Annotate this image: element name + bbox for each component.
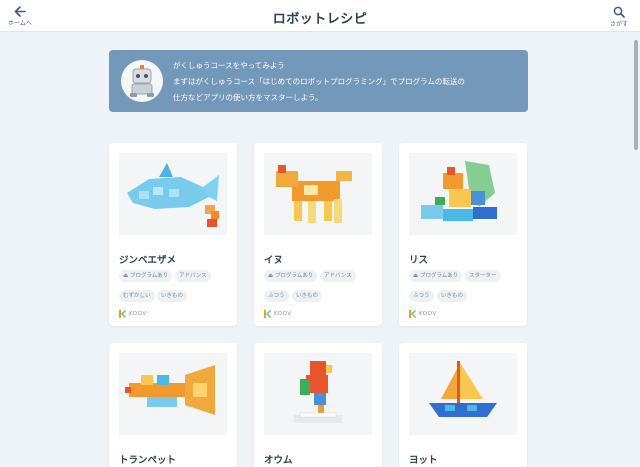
- koov-logo-icon: [119, 310, 126, 318]
- tag-category: いきもの: [292, 290, 323, 302]
- tag-category: いきもの: [157, 290, 188, 302]
- search-label: さがす: [609, 21, 628, 28]
- card-name: オウム: [264, 455, 293, 466]
- tag-level: アドバンス: [320, 270, 356, 282]
- recipe-card-trumpet[interactable]: トランペット: [109, 343, 237, 467]
- banner-heading: がくしゅうコースをやってみよう: [173, 61, 285, 70]
- tag-level: アドバンス: [175, 270, 211, 282]
- koov-label: KOOV: [274, 311, 292, 317]
- yacht-image: [409, 353, 517, 435]
- parrot-image: [264, 353, 372, 435]
- card-name: ヨット: [409, 455, 438, 466]
- tag-difficulty: ふつう: [409, 290, 434, 302]
- koov-logo-icon: [409, 310, 416, 318]
- card-name: イヌ: [264, 255, 284, 266]
- page-title: ロボットレシピ: [272, 12, 368, 27]
- recipe-card-yacht[interactable]: ヨット: [399, 343, 527, 467]
- scrollbar[interactable]: [634, 40, 638, 150]
- trumpet-image: [119, 353, 227, 435]
- squirrel-image: [409, 153, 517, 235]
- whale-shark-image: [119, 153, 227, 235]
- tag-difficulty: むずかしい: [119, 290, 155, 302]
- program-icon: ⏏: [268, 273, 274, 279]
- tag-label: プログラムあり: [129, 273, 169, 279]
- banner-text-line-2: 仕方などアプリの使い方をマスターしよう。: [173, 93, 323, 102]
- learning-course-banner[interactable]: がくしゅうコースをやってみよう まずはがくしゅうコース「はじめてのロボットプログ…: [109, 50, 528, 112]
- robot-avatar-icon: [121, 60, 163, 102]
- tag-level: スターター: [465, 270, 501, 282]
- tag-difficulty: ふつう: [264, 290, 289, 302]
- koov-logo-icon: [264, 310, 271, 318]
- program-icon: ⏏: [413, 273, 419, 279]
- koov-brand: KOOV: [409, 310, 437, 318]
- recipe-card-dog[interactable]: イヌ ⏏ プログラムあり アドバンス ふつう いきもの KOOV: [254, 143, 382, 326]
- recipe-card-parrot[interactable]: オウム: [254, 343, 382, 467]
- recipe-card-whale-shark[interactable]: ジンベエザメ ⏏ プログラムあり アドバンス むずかしい いきもの KOOV: [109, 143, 237, 326]
- tag-has-program: ⏏ プログラムあり: [119, 270, 173, 282]
- koov-brand: KOOV: [264, 310, 292, 318]
- card-name: リス: [409, 255, 429, 266]
- koov-label: KOOV: [419, 311, 437, 317]
- dog-image: [264, 153, 372, 235]
- search-button[interactable]: さがす: [610, 6, 628, 28]
- tag-label: プログラムあり: [274, 273, 314, 279]
- program-icon: ⏏: [123, 273, 129, 279]
- tag-category: いきもの: [437, 290, 468, 302]
- tag-label: プログラムあり: [419, 273, 459, 279]
- tag-has-program: ⏏ プログラムあり: [264, 270, 318, 282]
- card-name: トランペット: [119, 455, 177, 466]
- koov-brand: KOOV: [119, 310, 147, 318]
- recipe-card-squirrel[interactable]: リス ⏏ プログラムあり スターター ふつう いきもの KOOV: [399, 143, 527, 326]
- card-name: ジンベエザメ: [119, 255, 177, 266]
- top-bar: ホームへ ロボットレシピ さがす: [0, 0, 640, 32]
- tag-has-program: ⏏ プログラムあり: [409, 270, 463, 282]
- banner-text-line-1: まずはがくしゅうコース「はじめてのロボットプログラミング」でプログラムの転送の: [173, 77, 465, 86]
- koov-label: KOOV: [129, 311, 147, 317]
- search-icon: [613, 6, 625, 18]
